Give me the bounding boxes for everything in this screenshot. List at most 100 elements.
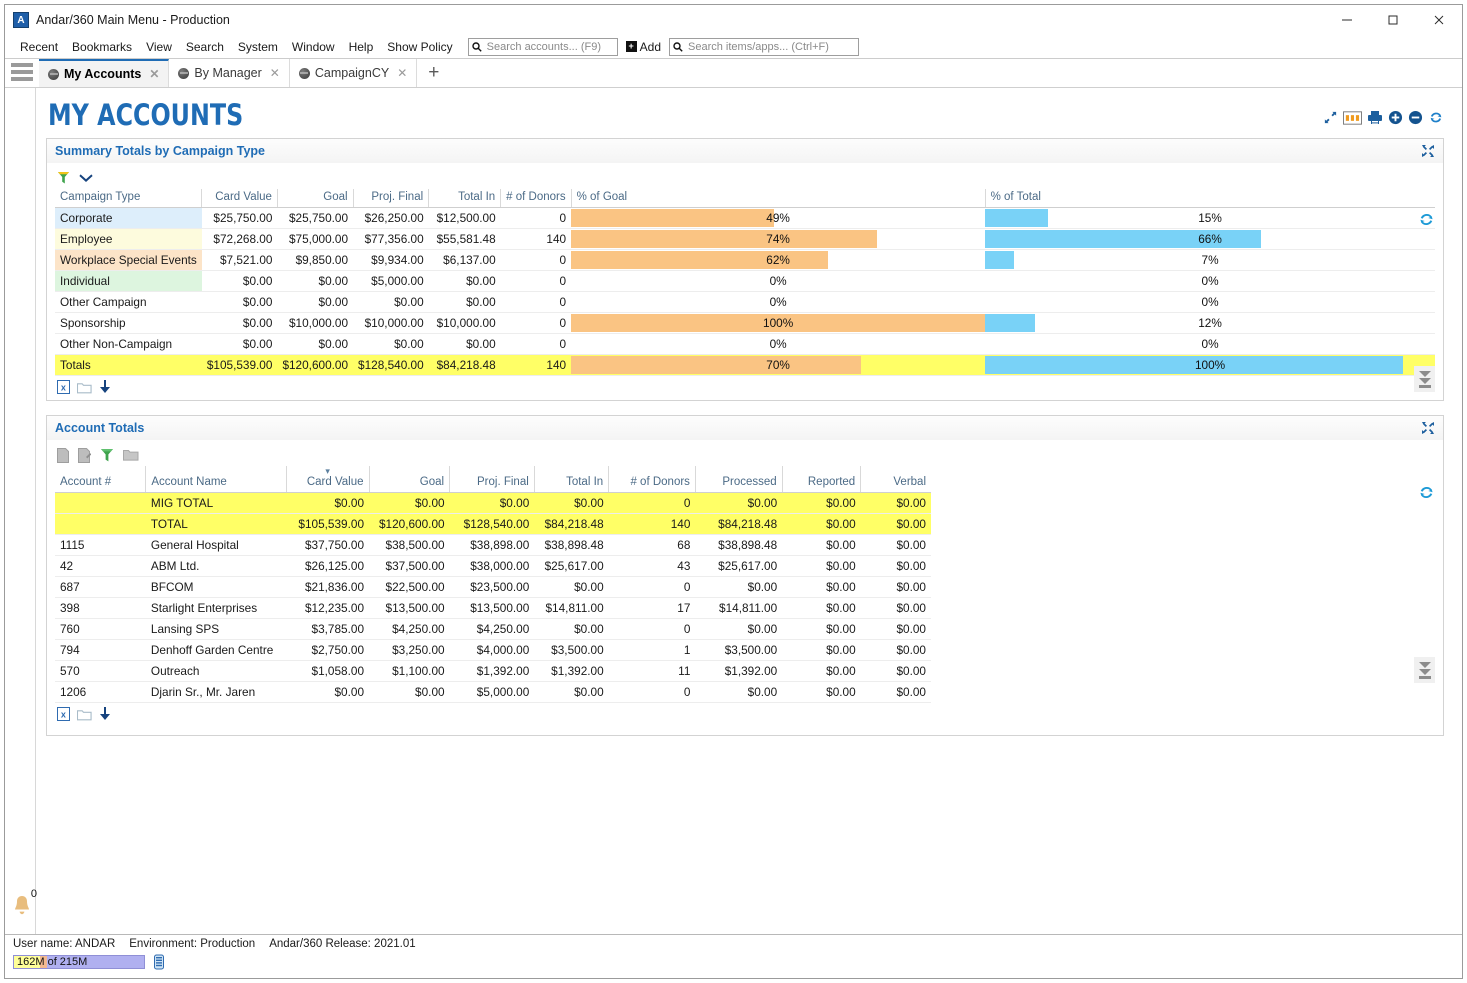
download-icon[interactable]	[99, 380, 111, 394]
hamburger-line	[11, 62, 33, 67]
download-icon[interactable]	[99, 707, 111, 721]
close-icon[interactable]: ✕	[270, 66, 280, 80]
menu-help[interactable]: Help	[342, 38, 381, 56]
table-row[interactable]: 794 Denhoff Garden Centre $2,750.00 $3,250.…	[55, 639, 931, 662]
account-scroll-to-end-button[interactable]	[1414, 657, 1435, 684]
tab-by-manager[interactable]: By Manager ✕	[169, 59, 290, 87]
cell-reported: $0.00	[782, 555, 861, 578]
table-row[interactable]: TOTAL $105,539.00 $120,600.00 $128,540.00 $8…	[55, 513, 931, 536]
col-processed[interactable]: Processed	[694, 466, 783, 494]
col-campaign-type[interactable]: Campaign Type	[55, 189, 202, 209]
export-excel-icon[interactable]: x	[57, 380, 70, 395]
items-search-box[interactable]	[669, 37, 860, 56]
cell-proj-final: $0.00	[353, 291, 429, 314]
menu-bookmarks[interactable]: Bookmarks	[65, 38, 139, 56]
menu-search[interactable]: Search	[179, 38, 231, 56]
tab-my-accounts[interactable]: My Accounts ✕	[39, 59, 170, 87]
col-num-donors[interactable]: # of Donors	[500, 189, 572, 209]
close-icon[interactable]: ✕	[149, 67, 159, 81]
col-num-donors[interactable]: # of Donors	[608, 466, 696, 494]
table-row[interactable]: Sponsorship $0.00 $10,000.00 $10,000.00 $10,…	[55, 312, 1435, 335]
col-proj-final[interactable]: Proj. Final	[449, 466, 535, 494]
cell-num-donors: 43	[608, 555, 696, 578]
tab-campaigncy[interactable]: CampaignCY ✕	[290, 59, 418, 87]
table-row[interactable]: Other Campaign $0.00 $0.00 $0.00 $0.00 0 0% 0%	[55, 291, 1435, 314]
minus-circle-icon[interactable]	[1408, 110, 1423, 125]
menu-system[interactable]: System	[231, 38, 285, 56]
table-row[interactable]: Other Non-Campaign $0.00 $0.00 $0.00 $0.00 0 0…	[55, 333, 1435, 356]
edit-document-icon[interactable]	[78, 447, 91, 463]
col-total-in[interactable]: Total In	[428, 189, 501, 209]
account-refresh-button[interactable]	[1418, 484, 1435, 501]
close-button[interactable]	[1416, 5, 1462, 35]
search-icon	[673, 41, 683, 52]
minimize-button[interactable]	[1324, 5, 1370, 35]
cell-num-donors: 140	[608, 513, 696, 536]
table-row[interactable]: 42 ABM Ltd. $26,125.00 $37,500.00 $38,000.00…	[55, 555, 931, 578]
new-document-icon[interactable]	[57, 447, 69, 463]
table-row[interactable]: Individual $0.00 $0.00 $5,000.00 $0.00 0 0% 0%	[55, 270, 1435, 293]
folder-icon[interactable]	[123, 448, 139, 462]
table-row[interactable]: 1206 Djarin Sr., Mr. Jaren $0.00 $0.00 $5,00…	[55, 681, 931, 704]
col-proj-final[interactable]: Proj. Final	[352, 189, 429, 209]
print-icon[interactable]	[1367, 110, 1383, 125]
table-row[interactable]: 687 BFCOM $21,836.00 $22,500.00 $23,500.00 $0…	[55, 576, 931, 599]
col-account-number[interactable]: Account #	[55, 466, 146, 494]
chevron-down-icon[interactable]	[79, 173, 93, 183]
menu-window[interactable]: Window	[285, 38, 342, 56]
table-row[interactable]: Workplace Special Events $7,521.00 $9,850.…	[55, 249, 1435, 272]
open-folder-icon[interactable]	[77, 381, 92, 394]
col-card-value[interactable]: Card Value	[201, 189, 278, 209]
table-row[interactable]: MIG TOTAL $0.00 $0.00 $0.00 $0.00 0 $0.00 $0.00…	[55, 492, 931, 515]
col-reported[interactable]: Reported	[781, 466, 861, 494]
summary-panel-title: Summary Totals by Campaign Type	[55, 144, 266, 159]
close-icon[interactable]: ✕	[397, 66, 407, 80]
table-row[interactable]: 1115 General Hospital $37,750.00 $38,500.00…	[55, 534, 931, 557]
new-tab-button[interactable]: +	[417, 59, 450, 87]
col-card-value[interactable]: ▾ Card Value	[285, 466, 370, 494]
table-row[interactable]: Employee $72,268.00 $75,000.00 $77,356.00 $5…	[55, 228, 1435, 251]
add-button[interactable]: + Add	[625, 40, 661, 54]
account-search-box[interactable]	[467, 37, 618, 56]
menu-show-policy[interactable]: Show Policy	[380, 38, 459, 56]
col-goal[interactable]: Goal	[276, 189, 354, 209]
cell-pct-of-goal: 49%	[571, 207, 986, 230]
col-pct-of-goal[interactable]: % of Goal	[570, 189, 986, 209]
account-panel-expand-icon[interactable]	[1421, 421, 1435, 435]
filter-icon[interactable]	[57, 171, 70, 185]
table-row[interactable]: Totals $105,539.00 $120,600.00 $128,540.00 $…	[55, 354, 1435, 377]
col-total-in[interactable]: Total In	[533, 466, 609, 494]
expand-icon[interactable]	[1323, 110, 1338, 125]
account-search-input[interactable]	[484, 39, 617, 54]
status-info: User name: ANDAR Environment: Production…	[13, 938, 1454, 950]
cell-account-name: BFCOM	[145, 576, 287, 599]
col-pct-of-total[interactable]: % of Total	[984, 189, 1435, 209]
plus-circle-icon[interactable]	[1388, 110, 1403, 125]
table-row[interactable]: 760 Lansing SPS $3,785.00 $4,250.00 $4,250.0…	[55, 618, 931, 641]
columns-icon[interactable]	[1343, 110, 1362, 125]
export-excel-icon[interactable]: x	[57, 707, 70, 722]
cell-num-donors: 0	[500, 270, 572, 293]
memory-usage-bar[interactable]: 162M of 215M	[13, 954, 145, 969]
open-folder-icon[interactable]	[77, 708, 92, 721]
col-goal[interactable]: Goal	[368, 466, 450, 494]
cell-num-donors: 0	[500, 249, 572, 272]
table-row[interactable]: 570 Outreach $1,058.00 $1,100.00 $1,392.00 $1…	[55, 660, 931, 683]
table-row[interactable]: Corporate $25,750.00 $25,750.00 $26,250.00 $…	[55, 207, 1435, 230]
col-account-name[interactable]: Account Name	[145, 466, 287, 494]
summary-panel-expand-icon[interactable]	[1421, 144, 1435, 158]
menu-recent[interactable]: Recent	[13, 38, 65, 56]
menu-toggle-button[interactable]	[5, 58, 39, 87]
refresh-icon[interactable]	[1428, 110, 1444, 125]
garbage-collect-button[interactable]	[152, 953, 166, 970]
table-row[interactable]: 398 Starlight Enterprises $12,235.00 $13,50…	[55, 597, 931, 620]
col-verbal[interactable]: Verbal	[860, 466, 931, 494]
items-search-input[interactable]	[686, 39, 859, 54]
pct-of-total-label: 66%	[1198, 231, 1222, 246]
filter-icon[interactable]	[100, 448, 114, 463]
cell-account-number	[55, 513, 146, 536]
svg-text:x: x	[61, 383, 66, 393]
notifications-button[interactable]: 0	[10, 888, 37, 920]
menu-view[interactable]: View	[139, 38, 179, 56]
maximize-button[interactable]	[1370, 5, 1416, 35]
